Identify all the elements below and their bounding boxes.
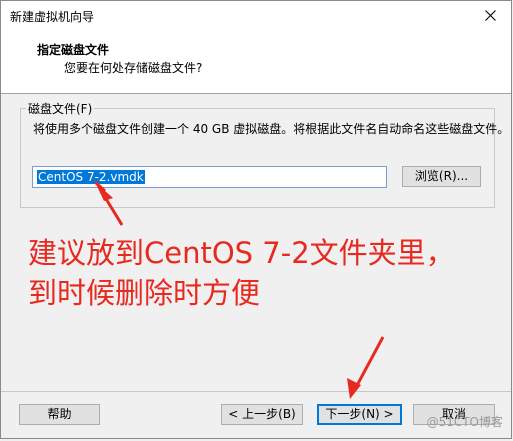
back-button[interactable]: < 上一步(B) bbox=[221, 404, 303, 425]
footer-separator bbox=[1, 391, 511, 392]
page-subtitle: 您要在何处存储磁盘文件? bbox=[64, 61, 203, 75]
close-icon bbox=[485, 10, 496, 21]
browse-button[interactable]: 浏览(R)... bbox=[402, 166, 481, 187]
annotation-line-2: 到时候删除时方便 bbox=[28, 276, 261, 310]
wizard-header: 指定磁盘文件 您要在何处存储磁盘文件? bbox=[1, 30, 511, 94]
disk-file-description: 将使用多个磁盘文件创建一个 40 GB 虚拟磁盘。将根据此文件名自动命名这些磁盘… bbox=[33, 122, 510, 136]
red-annotation: 建议放到CentOS 7-2文件夹里， 到时候删除时方便 bbox=[28, 233, 455, 313]
disk-file-group-label: 磁盘文件(F) bbox=[26, 100, 95, 117]
window-title: 新建虚拟机向导 bbox=[10, 10, 95, 24]
disk-file-value: CentOS 7-2.vmdk bbox=[37, 170, 145, 184]
help-button[interactable]: 帮助 bbox=[19, 404, 100, 425]
next-button[interactable]: 下一步(N) > bbox=[317, 404, 402, 425]
annotation-line-1: 建议放到CentOS 7-2文件夹里， bbox=[28, 236, 455, 270]
page-title: 指定磁盘文件 bbox=[37, 43, 110, 57]
close-button[interactable] bbox=[471, 1, 511, 30]
title-bar: 新建虚拟机向导 bbox=[1, 1, 511, 30]
watermark: @51CTO博客 bbox=[426, 415, 503, 429]
wizard-window: 新建虚拟机向导 指定磁盘文件 您要在何处存储磁盘文件? 磁盘文件(F) 将使用多… bbox=[0, 0, 512, 439]
disk-file-input[interactable]: CentOS 7-2.vmdk bbox=[32, 166, 387, 188]
red-arrow bbox=[347, 336, 385, 399]
